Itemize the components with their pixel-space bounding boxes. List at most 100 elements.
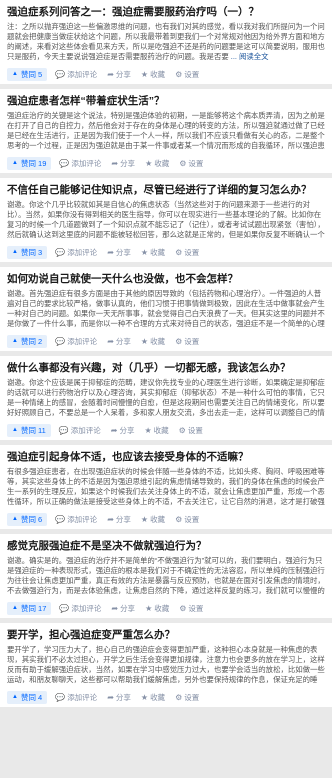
question-title[interactable]: 不信任自己能够记住知识点，尽管已经进行了详细的复习怎么办？ <box>7 184 325 197</box>
action-bar: ▲ 赞同 2 💬 添加评论 ➦ 分享 ★ 收藏 ⚙ 设置 <box>7 331 325 351</box>
share-button[interactable]: ➦ 分享 <box>107 514 131 525</box>
question-title[interactable]: 强迫症系列问答之一：强迫症需要服药治疗吗（一）？ <box>7 6 325 19</box>
share-button[interactable]: ➦ 分享 <box>107 69 131 80</box>
gear-icon: ⚙ <box>175 336 183 346</box>
question-title[interactable]: 强迫症患者怎样“带着症状生活”？ <box>7 95 325 108</box>
question-title[interactable]: 感觉克服强迫症不是坚决不做就强迫行为？ <box>7 540 325 553</box>
settings-label: 设置 <box>184 336 200 346</box>
upvote-count: 赞同 11 <box>20 425 46 435</box>
collect-button[interactable]: ★ 收藏 <box>141 336 165 347</box>
excerpt-text: 谢邀。首先强迫症有很多方面是由于其他的原因导致的（包括药物和心理治疗）。一件强迫… <box>7 289 325 328</box>
upvote-button[interactable]: ▲ 赞同 4 <box>7 690 48 704</box>
comment-label: 添加评论 <box>70 425 101 435</box>
settings-label: 设置 <box>187 425 203 435</box>
upvote-triangle-icon: ▲ <box>12 694 18 700</box>
answer-excerpt[interactable]: 谢邀。你这个几乎比较就如其是自信心的焦虑状态（当然这些对于的问题来源于一些进行的… <box>7 200 325 240</box>
comment-bubble-icon: 💬 <box>55 692 66 702</box>
gear-icon: ⚙ <box>175 514 183 524</box>
upvote-button[interactable]: ▲ 赞同 2 <box>7 334 48 348</box>
settings-label: 设置 <box>188 158 204 168</box>
upvote-count: 赞同 4 <box>20 692 43 702</box>
comment-button[interactable]: 💬 添加评论 <box>59 158 101 169</box>
comment-button[interactable]: 💬 添加评论 <box>55 247 97 258</box>
settings-label: 设置 <box>184 692 200 702</box>
comment-button[interactable]: 💬 添加评论 <box>59 425 101 436</box>
share-label: 分享 <box>115 336 131 346</box>
excerpt-text: 强迫症治疗的关键是这个说法，特别是强迫体验的初期，一是能够将这个病本质弄清，因为… <box>7 111 325 150</box>
share-button[interactable]: ➦ 分享 <box>107 247 131 258</box>
star-icon: ★ <box>140 336 149 346</box>
comment-bubble-icon: 💬 <box>55 336 66 346</box>
share-button[interactable]: ➦ 分享 <box>111 425 135 436</box>
settings-label: 设置 <box>184 514 200 524</box>
action-bar: ▲ 赞同 19 💬 添加评论 ➦ 分享 ★ 收藏 ⚙ 设置 <box>7 153 325 173</box>
upvote-button[interactable]: ▲ 赞同 5 <box>7 67 48 81</box>
collect-button[interactable]: ★ 收藏 <box>145 158 169 169</box>
share-arrow-icon: ➦ <box>107 514 114 524</box>
collect-button[interactable]: ★ 收藏 <box>141 514 165 525</box>
settings-button[interactable]: ⚙ 设置 <box>175 692 199 703</box>
share-button[interactable]: ➦ 分享 <box>107 336 131 347</box>
share-button[interactable]: ➦ 分享 <box>111 158 135 169</box>
comment-bubble-icon: 💬 <box>55 514 66 524</box>
star-icon: ★ <box>145 158 153 168</box>
star-icon: ★ <box>144 425 152 435</box>
upvote-button[interactable]: ▲ 赞同 19 <box>7 156 52 170</box>
answer-excerpt[interactable]: 注：之所以抛弃强迫这一些偏激思维的问题，也有我们对其的感觉，看以我对我们所提问为… <box>7 22 325 62</box>
settings-button[interactable]: ⚙ 设置 <box>175 336 199 347</box>
settings-button[interactable]: ⚙ 设置 <box>179 425 203 436</box>
upvote-button[interactable]: ▲ 赞同 3 <box>7 245 48 259</box>
collect-button[interactable]: ★ 收藏 <box>141 247 165 258</box>
share-arrow-icon: ➦ <box>111 603 119 613</box>
settings-button[interactable]: ⚙ 设置 <box>175 69 199 80</box>
answer-excerpt[interactable]: 谢邀。你这个应该是属于抑郁症的范畴，建议你先找专业的心理医生进行诊断，如果确定是… <box>7 378 325 418</box>
collect-button[interactable]: ★ 收藏 <box>145 425 169 436</box>
upvote-button[interactable]: ▲ 赞同 6 <box>7 512 48 526</box>
answer-excerpt[interactable]: 有很多强迫症患者，在出现强迫症状的时候会伴随一些身体的不适，比如头疼、胸闷、呼吸… <box>7 467 325 507</box>
collect-button[interactable]: ★ 收藏 <box>141 692 165 703</box>
share-label: 分享 <box>115 69 131 79</box>
settings-button[interactable]: ⚙ 设置 <box>175 514 199 525</box>
upvote-count: 赞同 6 <box>20 514 43 524</box>
answer-excerpt[interactable]: 要开学了，学习压力大了，担心自己的强迫症会变得更加严重，这种担心本身就是一种焦虑… <box>7 645 325 685</box>
share-button[interactable]: ➦ 分享 <box>107 692 131 703</box>
upvote-triangle-icon: ▲ <box>12 516 18 522</box>
star-icon: ★ <box>140 692 149 702</box>
collect-label: 收藏 <box>154 158 170 168</box>
answer-excerpt[interactable]: 谢邀。确实是的。强迫症的治疗并不是简单的“不做强迫行为”就可以的，我们要明白，强… <box>7 556 325 596</box>
share-arrow-icon: ➦ <box>107 247 114 257</box>
upvote-button[interactable]: ▲ 赞同 17 <box>7 601 52 615</box>
star-icon: ★ <box>140 514 149 524</box>
share-arrow-icon: ➦ <box>107 69 114 79</box>
share-label: 分享 <box>115 514 131 524</box>
collect-label: 收藏 <box>150 247 166 257</box>
question-title[interactable]: 强迫症引起身体不适，也应该去接受身体的不适嘛？ <box>7 451 325 464</box>
comment-button[interactable]: 💬 添加评论 <box>59 603 101 614</box>
comment-button[interactable]: 💬 添加评论 <box>55 336 97 347</box>
comment-button[interactable]: 💬 添加评论 <box>55 514 97 525</box>
answer-excerpt[interactable]: 强迫症治疗的关键是这个说法，特别是强迫体验的初期，一是能够将这个病本质弄清，因为… <box>7 111 325 151</box>
upvote-button[interactable]: ▲ 赞同 11 <box>7 423 51 437</box>
comment-button[interactable]: 💬 添加评论 <box>55 692 97 703</box>
action-bar: ▲ 赞同 5 💬 添加评论 ➦ 分享 ★ 收藏 ⚙ 设置 <box>7 64 325 84</box>
collect-label: 收藏 <box>154 603 170 613</box>
upvote-triangle-icon: ▲ <box>12 338 18 344</box>
question-title[interactable]: 做什么事都没有兴趣，对（几乎）一切都无感，我该怎么办？ <box>7 362 325 375</box>
settings-button[interactable]: ⚙ 设置 <box>175 247 199 258</box>
collect-button[interactable]: ★ 收藏 <box>145 603 169 614</box>
comment-button[interactable]: 💬 添加评论 <box>55 69 97 80</box>
answer-card: 不信任自己能够记住知识点，尽管已经进行了详细的复习怎么办？ 谢邀。你这个几乎比较… <box>0 178 332 262</box>
share-button[interactable]: ➦ 分享 <box>111 603 135 614</box>
answer-excerpt[interactable]: 谢邀。首先强迫症有很多方面是由于其他的原因导致的（包括药物和心理治疗）。一件强迫… <box>7 289 325 329</box>
collect-label: 收藏 <box>150 69 166 79</box>
settings-button[interactable]: ⚙ 设置 <box>179 603 203 614</box>
collect-label: 收藏 <box>150 514 166 524</box>
question-title[interactable]: 要开学，担心强迫症变严重怎么办？ <box>7 629 325 642</box>
upvote-count: 赞同 5 <box>20 69 43 79</box>
read-more-link[interactable]: ... 阅读全文 <box>231 52 269 61</box>
share-label: 分享 <box>119 425 135 435</box>
gear-icon: ⚙ <box>179 158 187 168</box>
question-title[interactable]: 如何劝说自己就使一天什么也没做，也不会怎样？ <box>7 273 325 286</box>
collect-button[interactable]: ★ 收藏 <box>141 69 165 80</box>
settings-button[interactable]: ⚙ 设置 <box>179 158 203 169</box>
